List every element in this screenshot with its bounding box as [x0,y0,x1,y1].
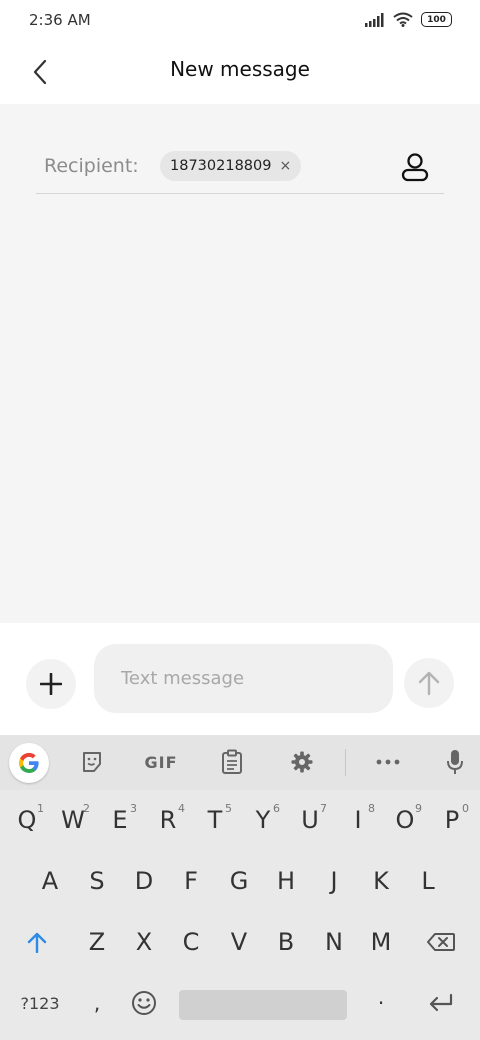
key-w[interactable]: W2 [50,794,96,846]
shift-key[interactable] [14,916,60,968]
key-l[interactable]: L [405,855,451,907]
arrow-up-icon [418,671,440,696]
key-g[interactable]: G [216,855,262,907]
key-n[interactable]: N [311,916,357,968]
more-options-button[interactable] [368,744,408,780]
message-composer [0,623,480,735]
status-time: 2:36 AM [29,11,91,29]
key-y[interactable]: Y6 [240,794,286,846]
app-header: New message [0,40,480,104]
emoji-key[interactable] [121,977,167,1029]
sticker-icon [83,752,101,772]
spacebar[interactable] [179,990,347,1020]
google-g-icon [18,752,39,773]
signal-icon [365,12,384,27]
key-e[interactable]: E3 [97,794,143,846]
microphone-icon [447,750,463,774]
recipient-field[interactable]: Recipient: 18730218809 × [36,141,444,194]
key-s[interactable]: S [74,855,120,907]
keyboard-toolbar: GIF [0,735,480,790]
shift-arrow-icon [27,932,47,953]
send-button[interactable] [404,658,454,708]
backspace-key[interactable] [418,916,464,968]
recipient-chip[interactable]: 18730218809 × [160,151,302,181]
key-c[interactable]: C [168,916,214,968]
keyboard-settings-button[interactable] [282,744,322,780]
key-o[interactable]: O9 [382,794,428,846]
key-u[interactable]: U7 [287,794,333,846]
symbols-key[interactable]: ?123 [12,977,68,1029]
key-a[interactable]: A [27,855,73,907]
add-attachment-button[interactable] [26,659,76,709]
status-bar: 2:36 AM 100 [0,0,480,40]
battery-icon: 100 [421,12,452,27]
enter-return-icon [429,993,453,1012]
clipboard-button[interactable] [212,744,252,780]
plus-icon [40,673,62,695]
gear-icon [291,751,313,773]
period-key[interactable]: · [358,977,404,1029]
page-title: New message [170,57,310,81]
key-p[interactable]: P0 [429,794,475,846]
key-m[interactable]: M [358,916,404,968]
person-icon [401,153,429,182]
toolbar-divider [345,749,346,776]
comma-key[interactable]: , [74,977,120,1029]
key-b[interactable]: B [263,916,309,968]
google-search-button[interactable] [9,743,49,783]
recipient-label: Recipient: [44,155,139,177]
status-icons: 100 [365,12,452,27]
message-input[interactable] [94,644,393,713]
key-x[interactable]: X [121,916,167,968]
enter-key[interactable] [418,977,464,1029]
recipient-chip-number: 18730218809 [170,158,272,174]
message-content-area: Recipient: 18730218809 × [0,104,480,623]
backspace-icon [427,933,455,951]
gif-button[interactable]: GIF [138,744,184,780]
key-h[interactable]: H [263,855,309,907]
keyboard: GIF Q 1 W 2 E 3 R 4 T 5 Y 6 U 7 I 8 O 9 … [0,735,480,1040]
key-r[interactable]: R4 [145,794,191,846]
wifi-icon [393,12,413,27]
key-t[interactable]: T5 [192,794,238,846]
emoji-icon [132,991,156,1015]
clipboard-icon [222,749,242,774]
key-f[interactable]: F [168,855,214,907]
more-horizontal-icon [376,759,400,765]
battery-level: 100 [427,14,446,25]
key-q[interactable]: Q1 [4,794,50,846]
key-j[interactable]: J [311,855,357,907]
key-z[interactable]: Z [74,916,120,968]
gif-label: GIF [144,752,178,772]
key-d[interactable]: D [121,855,167,907]
key-i[interactable]: I8 [335,794,381,846]
key-v[interactable]: V [216,916,262,968]
sticker-button[interactable] [72,744,112,780]
chip-remove-icon[interactable]: × [279,158,291,174]
contacts-button[interactable] [400,152,430,182]
voice-input-button[interactable] [437,744,473,780]
key-k[interactable]: K [358,855,404,907]
